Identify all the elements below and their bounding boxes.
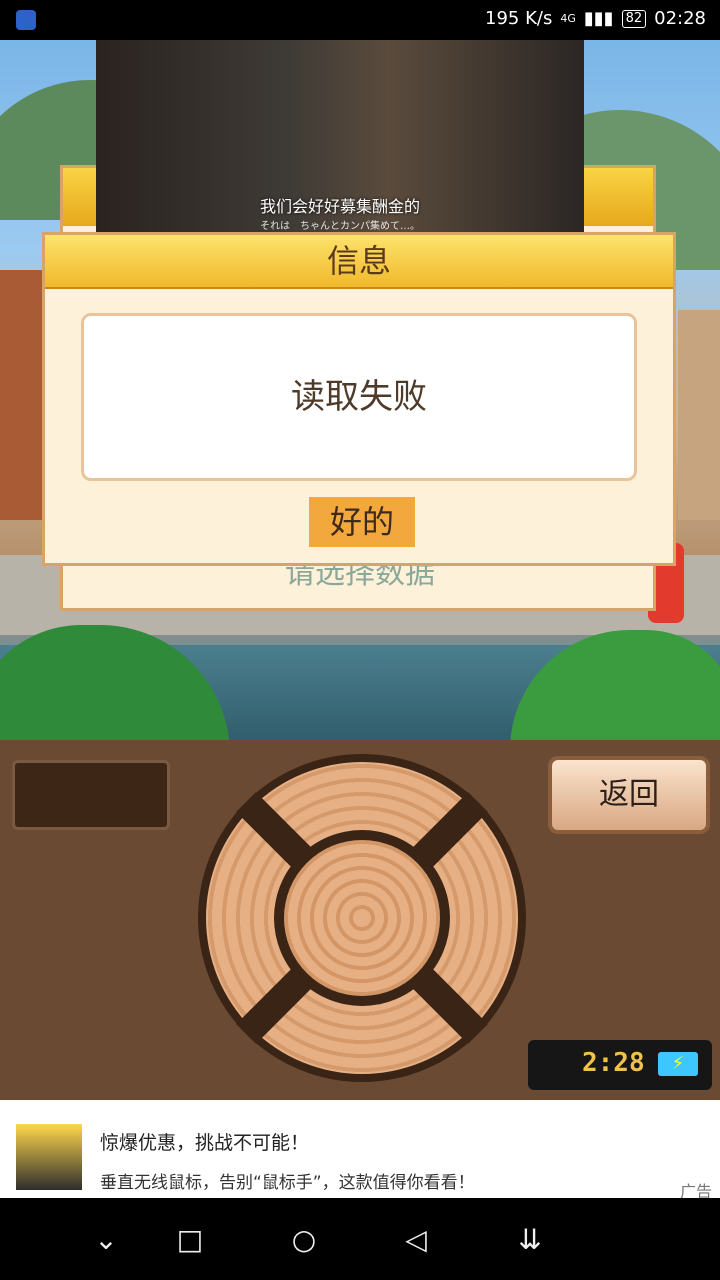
network-type: 4G [560, 12, 576, 25]
ok-button[interactable]: 好的 [309, 497, 415, 547]
status-bar: 195 K/s 4G ▮▮▮ 82 02:28 [0, 0, 720, 40]
status-right: 195 K/s 4G ▮▮▮ 82 02:28 [485, 8, 706, 29]
left-slot [12, 760, 170, 830]
dialog-message: 读取失败 [81, 313, 637, 481]
trees-left [0, 625, 230, 740]
home-icon[interactable]: ○ [284, 1222, 324, 1258]
network-speed: 195 K/s [485, 8, 553, 29]
subtitle-jp: それは ちゃんとカンパ集めて…。 [260, 221, 420, 232]
battery-indicator: 82 [621, 9, 647, 28]
info-dialog: 信息 读取失败 好的 [42, 232, 676, 566]
ad-thumbnail[interactable] [16, 1124, 82, 1190]
ad-description[interactable]: 垂直无线鼠标，告别“鼠标手”，这款值得你看看！ [100, 1168, 475, 1193]
signal-icon: ▮▮▮ [583, 8, 614, 29]
subtitle-cn: 我们会好好募集酬金的 [259, 197, 420, 216]
game-timer: 2:28 ⚡ [528, 1040, 712, 1090]
dpad-center-button[interactable] [284, 840, 440, 996]
battery-charge-icon: ⚡ [658, 1052, 698, 1076]
ad-title[interactable]: 惊爆优惠，挑战不可能！ [100, 1128, 309, 1155]
chevron-down-icon[interactable]: ⌄ [86, 1222, 126, 1258]
shield-icon [16, 10, 36, 30]
navigation-bar: ⌄ □ ○ ◁ ⇊ [0, 1198, 720, 1280]
back-icon[interactable]: ◁ [396, 1222, 436, 1258]
back-button[interactable]: 返回 [548, 756, 710, 834]
video-overlay[interactable]: 我们会好好募集酬金的 それは ちゃんとカンパ集めて…。 [96, 40, 584, 238]
status-time: 02:28 [654, 8, 706, 29]
building-right [678, 310, 720, 520]
building-left [0, 270, 45, 520]
ad-banner[interactable]: 惊爆优惠，挑战不可能！ 垂直无线鼠标，告别“鼠标手”，这款值得你看看！ 广告 [0, 1100, 720, 1201]
dialog-title: 信息 [45, 235, 673, 289]
video-subtitles: 我们会好好募集酬金的 それは ちゃんとカンパ集めて…。 [96, 193, 584, 232]
timer-value: 2:28 [582, 1048, 645, 1078]
control-area: 返回 2:28 ⚡ [0, 740, 720, 1100]
dpad[interactable] [198, 754, 526, 1082]
recents-icon[interactable]: □ [170, 1222, 210, 1258]
notification-pull-icon[interactable]: ⇊ [510, 1222, 550, 1258]
